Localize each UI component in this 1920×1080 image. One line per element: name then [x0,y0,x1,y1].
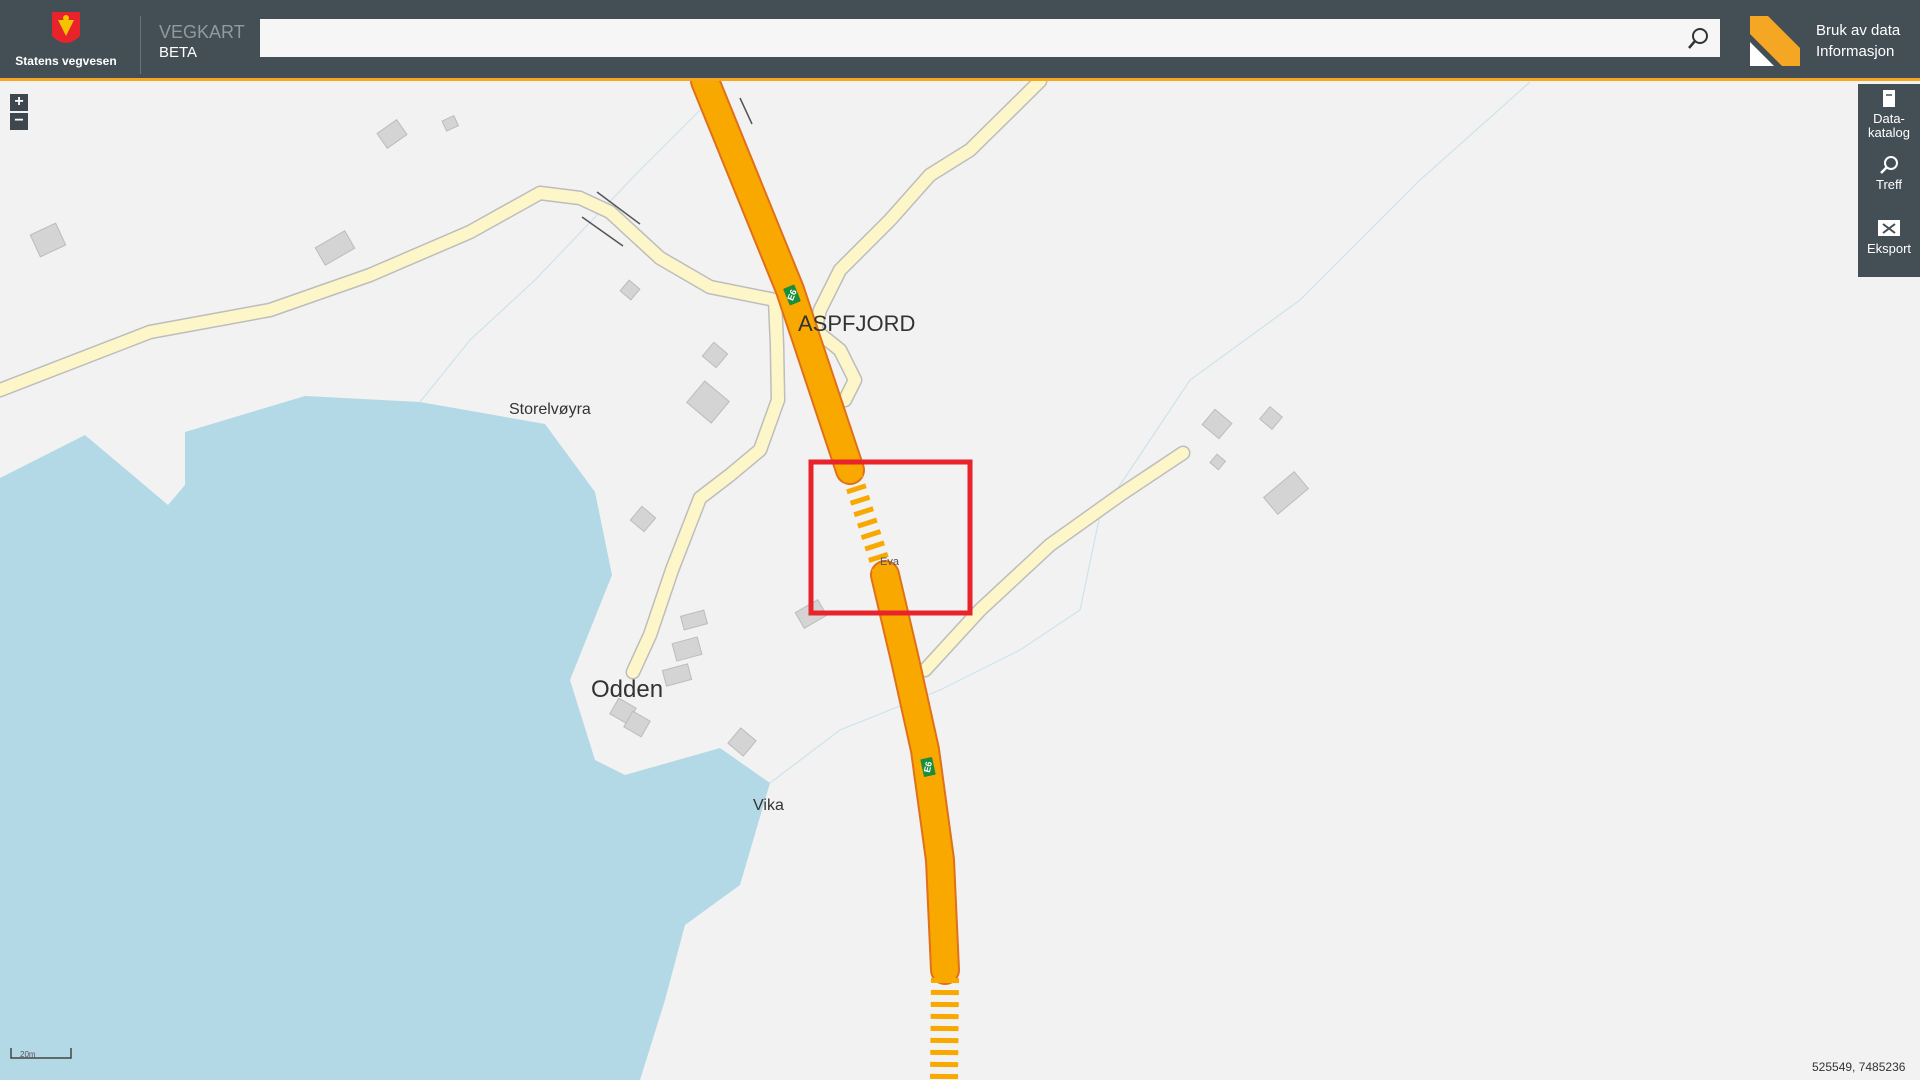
object-label-eva: Eva [880,556,899,568]
search-button[interactable] [1680,21,1716,55]
map-canvas[interactable]: E6 E6 [0,81,1920,1080]
divider [140,16,141,74]
export-icon [1878,220,1900,236]
treff-label: Treff [1875,177,1902,192]
datakatalog-label-1: Data- [1873,111,1905,126]
eksport-button[interactable]: Eksport [1858,216,1920,256]
scale-label: 20m [20,1050,36,1059]
app-name: VEGKART [159,22,245,42]
zoom-controls: + − [10,94,30,132]
search-input[interactable] [260,19,1720,57]
place-label-aspfjord: ASPFJORD [798,311,916,336]
coordinate-readout: 525549, 7485236 [1812,1060,1906,1074]
datakatalog-label-2: katalog [1868,125,1910,140]
statens-vegvesen-emblem-icon [52,12,80,43]
logo[interactable]: Statens vegvesen [6,10,126,72]
search-icon [1688,28,1708,49]
brand-mark-icon [1750,16,1800,66]
place-label-vika: Vika [753,797,784,814]
right-toolbar: Data- katalog Treff Eksport [1858,84,1920,277]
e6-road-dashed [930,977,959,1080]
informasjon-link[interactable]: Informasjon [1816,43,1894,60]
logo-text: Statens vegvesen [15,54,117,68]
treff-button[interactable]: Treff [1858,154,1920,192]
bruk-av-data-link[interactable]: Bruk av data [1816,22,1900,39]
top-header: Statens vegvesen VEGKART BETA Bruk av da… [0,0,1920,81]
app-subtitle: BETA [159,44,198,61]
eksport-label: Eksport [1866,241,1912,256]
search-icon [1880,156,1898,174]
place-label-odden: Odden [591,676,664,703]
book-icon [1883,90,1895,107]
zoom-in-button[interactable]: + [10,94,28,111]
datakatalog-button[interactable]: Data- katalog [1858,88,1920,140]
place-label-storelvoyra: Storelvøyra [509,401,591,418]
zoom-out-button[interactable]: − [10,113,28,130]
